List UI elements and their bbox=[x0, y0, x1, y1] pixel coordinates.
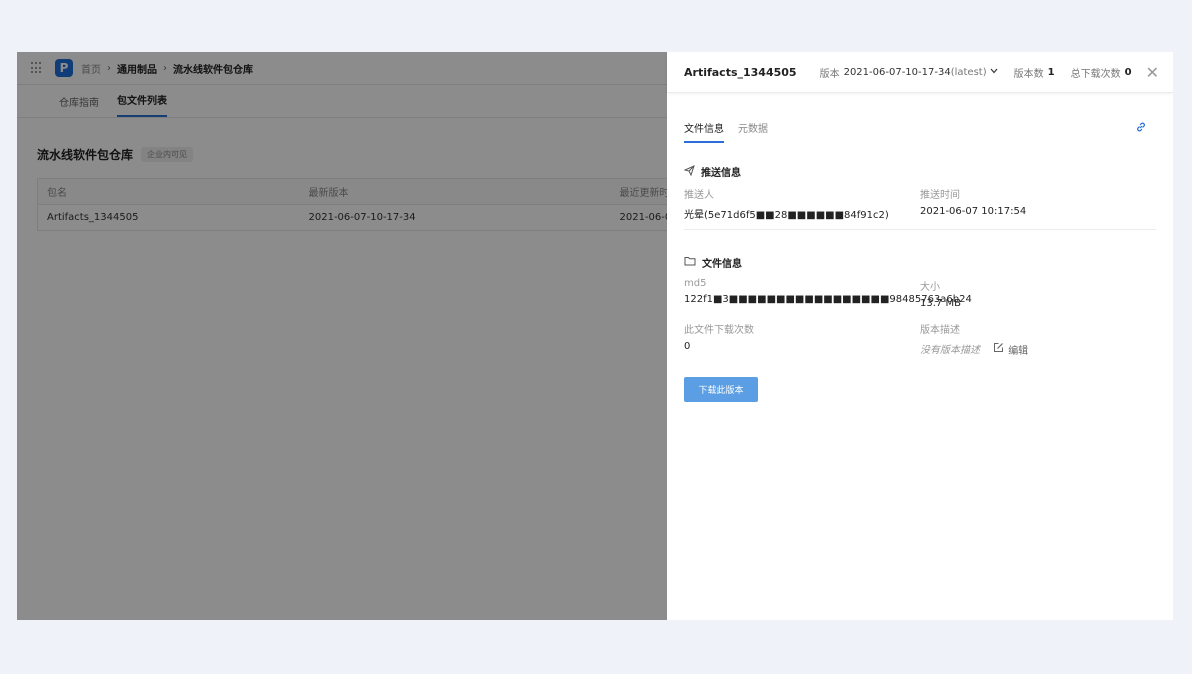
edit-description-button[interactable]: 编辑 bbox=[993, 342, 1028, 357]
file-info-label: 文件信息 bbox=[702, 259, 742, 270]
version-count-value: 1 bbox=[1047, 66, 1055, 78]
version-label: 版本 bbox=[819, 68, 840, 80]
version-description-label: 版本描述 bbox=[920, 325, 960, 336]
drawer-package-name: Artifacts_1344505 bbox=[684, 65, 797, 79]
folder-icon bbox=[684, 256, 702, 269]
size-field: 大小 13.7 MB bbox=[920, 278, 961, 309]
pusher-label: 推送人 bbox=[684, 190, 714, 201]
version-value: 2021-06-07-10-17-34 bbox=[843, 66, 951, 78]
file-downloads-value: 0 bbox=[684, 341, 691, 352]
push-info-label: 推送信息 bbox=[701, 168, 741, 179]
section-divider bbox=[684, 229, 1156, 230]
size-value: 13.7 MB bbox=[920, 298, 961, 309]
size-label: 大小 bbox=[920, 282, 940, 293]
version-tag: (latest) bbox=[950, 66, 987, 78]
version-description-value: 没有版本描述 bbox=[920, 345, 980, 356]
push-time-value: 2021-06-07 10:17:54 bbox=[920, 206, 1027, 217]
version-count-label: 版本数 bbox=[1013, 68, 1044, 80]
modal-overlay[interactable] bbox=[17, 52, 667, 620]
file-downloads-label: 此文件下载次数 bbox=[684, 325, 754, 336]
edit-label: 编辑 bbox=[1008, 345, 1029, 357]
push-time-label: 推送时间 bbox=[920, 190, 960, 201]
paper-plane-icon bbox=[683, 164, 701, 179]
drawer-header: Artifacts_1344505 版本 2021-06-07-10-17-34… bbox=[667, 52, 1173, 93]
app-window: P 首页 › 通用制品 › 流水线软件包仓库 仓库指南 包文件列表 流水线软件包… bbox=[17, 52, 1173, 620]
close-icon[interactable]: ✕ bbox=[1146, 63, 1159, 82]
edit-icon bbox=[993, 342, 1008, 356]
version-description-row: 没有版本描述 编辑 bbox=[920, 341, 1028, 357]
download-version-button[interactable]: 下载此版本 bbox=[684, 377, 758, 402]
tab-metadata[interactable]: 元数据 bbox=[738, 120, 768, 143]
link-icon[interactable] bbox=[1135, 121, 1147, 136]
push-info-title: 推送信息 bbox=[683, 164, 741, 179]
version-selector[interactable]: 2021-06-07-10-17-34 (latest) bbox=[840, 67, 998, 78]
pusher-value: 光晕(5e71d6f5■■28■■■■■■84f91c2) bbox=[684, 210, 889, 221]
pusher-field: 推送人 光晕(5e71d6f5■■28■■■■■■84f91c2) bbox=[684, 186, 889, 221]
total-downloads-label: 总下载次数 bbox=[1070, 68, 1121, 80]
file-downloads-field: 此文件下载次数 0 bbox=[684, 321, 754, 352]
total-downloads-value: 0 bbox=[1124, 66, 1132, 78]
version-description-field: 版本描述 没有版本描述 编辑 bbox=[920, 321, 1028, 357]
push-time-field: 推送时间 2021-06-07 10:17:54 bbox=[920, 186, 1026, 217]
file-info-title: 文件信息 bbox=[684, 255, 742, 270]
chevron-down-icon bbox=[990, 67, 998, 77]
package-detail-drawer: Artifacts_1344505 版本 2021-06-07-10-17-34… bbox=[667, 52, 1173, 620]
drawer-tabs: 文件信息 元数据 bbox=[684, 120, 782, 143]
tab-file-info[interactable]: 文件信息 bbox=[684, 120, 724, 143]
